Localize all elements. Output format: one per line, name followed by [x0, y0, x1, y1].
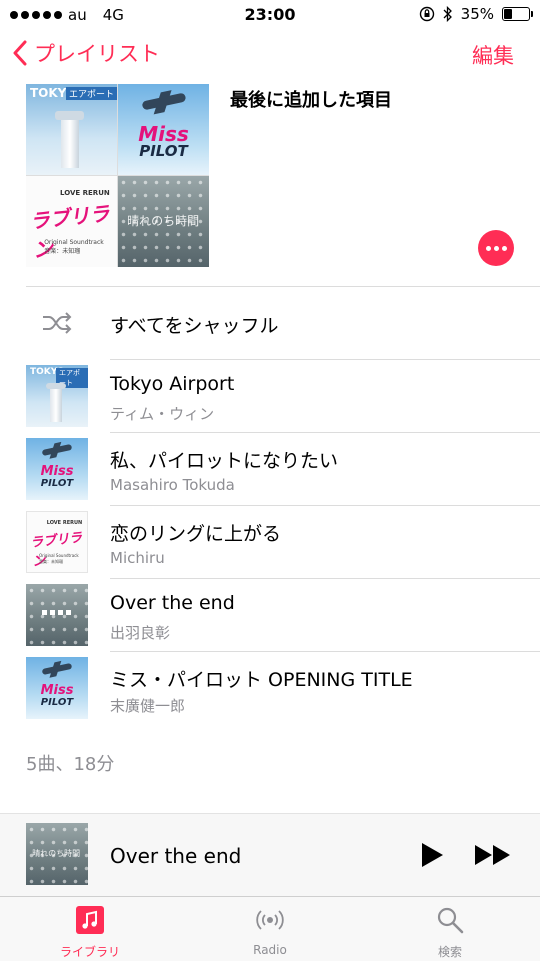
song-title: ミス・パイロット OPENING TITLE: [110, 669, 413, 691]
tab-radio[interactable]: Radio: [180, 897, 360, 961]
raindrops-graphic: [26, 584, 88, 646]
song-artist: 出羽良彰: [110, 624, 171, 642]
song-artwork: TOKYO エアポート: [26, 365, 88, 427]
art-love-caption-1: Original Soundtrack: [39, 552, 79, 558]
art-love-caption-2: 音楽：未知瑠: [44, 248, 81, 256]
song-row-pilot[interactable]: Miss PILOT 私、パイロットになりたい Masahiro Tokuda: [0, 433, 540, 506]
song-row-tokyo-airport[interactable]: TOKYO エアポート Tokyo Airport ティム・ウィン: [0, 360, 540, 433]
airplane-graphic: [41, 443, 73, 456]
chevron-left-icon: [13, 40, 27, 66]
shuffle-all-label: すべてをシャッフル: [110, 315, 279, 337]
control-tower-graphic: [55, 110, 85, 168]
airplane-graphic: [41, 662, 73, 675]
song-artwork: LOVE RERUN ラブリラン Original Soundtrack 音楽：…: [26, 511, 88, 573]
tab-search-label: 検索: [437, 945, 462, 959]
search-icon: [437, 907, 464, 934]
shuffle-icon: [43, 312, 72, 334]
song-artist: ティム・ウィン: [110, 405, 215, 423]
song-row-over-the-end[interactable]: Over the end 出羽良彰: [0, 579, 540, 652]
art-love-small: LOVE RERUN: [46, 520, 83, 527]
status-right: 35%: [419, 5, 533, 23]
art-rain-title: 晴れのち時間: [32, 848, 81, 858]
playlist-artwork: TOKYO エアポート Miss PILOT LOVE RERUN ラブリラン …: [26, 84, 209, 267]
now-playing-artwork: 晴れのち時間: [26, 823, 88, 885]
song-artwork: Miss PILOT: [26, 657, 88, 719]
tab-search[interactable]: 検索: [360, 897, 540, 961]
back-button[interactable]: プレイリスト: [12, 38, 160, 68]
art-tokyo-tag: エアポート: [66, 87, 117, 100]
tab-radio-label: Radio: [253, 943, 287, 957]
song-artwork: [26, 584, 88, 646]
bluetooth-icon: [443, 6, 452, 22]
battery-icon: [502, 7, 533, 21]
more-dot-icon: [501, 245, 507, 251]
now-playing-title: Over the end: [110, 844, 242, 868]
now-playing-indicator-icon: [42, 610, 72, 615]
battery-percent: 35%: [460, 5, 494, 23]
play-icon[interactable]: [420, 842, 444, 868]
song-artist: Michiru: [110, 549, 165, 567]
song-title: Tokyo Airport: [110, 373, 235, 395]
shuffle-all-button[interactable]: すべてをシャッフル: [0, 287, 540, 359]
art-pilot-word: PILOT: [40, 696, 74, 708]
playlist-title: 最後に追加した項目: [230, 90, 392, 111]
song-artist: 末廣健一郎: [110, 697, 186, 715]
album-art-tokyo-airport: TOKYO エアポート: [26, 84, 117, 175]
more-dot-icon: [485, 245, 491, 251]
back-button-label: プレイリスト: [34, 42, 160, 66]
art-rain-title: 晴れのち時間: [127, 214, 200, 229]
music-note-icon: [76, 906, 104, 934]
song-count-duration: 5曲、18分: [26, 754, 115, 775]
mini-player[interactable]: 晴れのち時間 Over the end: [0, 813, 540, 896]
art-love-caption: Original Soundtrack 音楽：未知瑠: [39, 553, 79, 565]
song-row-ring[interactable]: LOVE RERUN ラブリラン Original Soundtrack 音楽：…: [0, 506, 540, 579]
radio-icon: [256, 910, 284, 930]
art-love-caption: Original Soundtrack 音楽：未知瑠: [44, 238, 104, 256]
navigation-bar: プレイリスト 編集: [0, 36, 540, 76]
song-artist: Masahiro Tokuda: [110, 476, 235, 494]
status-bar: au 4G 23:00 35%: [0, 0, 540, 28]
song-title: 恋のリングに上がる: [110, 523, 282, 545]
art-love-caption-2: 音楽：未知瑠: [39, 558, 63, 564]
art-love-caption-1: Original Soundtrack: [44, 239, 104, 247]
control-tower-graphic: [45, 383, 67, 423]
tab-library-label: ライブラリ: [59, 945, 120, 959]
art-pilot-word: PILOT: [40, 477, 74, 489]
album-art-love-rerun: LOVE RERUN ラブリラン Original Soundtrack 音楽：…: [26, 176, 117, 267]
airplane-graphic: [141, 92, 186, 111]
art-love-small: LOVE RERUN: [60, 188, 110, 197]
song-artwork: Miss PILOT: [26, 438, 88, 500]
more-dot-icon: [493, 245, 499, 251]
fast-forward-icon[interactable]: [474, 844, 512, 866]
tab-library[interactable]: ライブラリ: [0, 897, 180, 961]
orientation-lock-icon: [419, 6, 434, 22]
album-art-miss-pilot: Miss PILOT: [118, 84, 209, 175]
more-options-button[interactable]: [478, 230, 514, 266]
art-pilot-word: PILOT: [139, 142, 188, 161]
playlist-header: TOKYO エアポート Miss PILOT LOVE RERUN ラブリラン …: [26, 84, 514, 268]
song-title: Over the end: [110, 592, 235, 614]
song-title: 私、パイロットになりたい: [110, 450, 339, 472]
album-art-rain: 晴れのち時間: [118, 176, 209, 267]
edit-button[interactable]: 編集: [472, 40, 514, 70]
song-row-opening-title[interactable]: Miss PILOT ミス・パイロット OPENING TITLE 末廣健一郎: [0, 652, 540, 725]
tab-bar: ライブラリ Radio 検索: [0, 896, 540, 961]
